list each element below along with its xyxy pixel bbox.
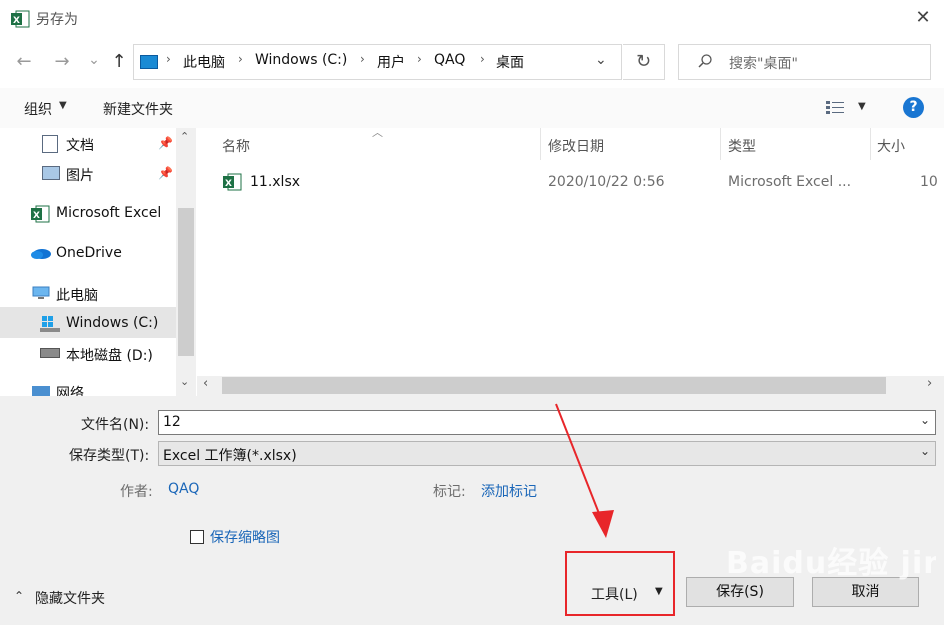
sidebar-item-network-wrap: 网络: [56, 383, 84, 396]
excel-icon: X: [30, 205, 50, 223]
dropdown-arrow-icon[interactable]: ▼: [655, 586, 663, 597]
file-name[interactable]: 11.xlsx: [250, 174, 300, 190]
sort-ascending-icon: ︿: [372, 126, 383, 139]
excel-icon: X: [10, 9, 30, 29]
svg-text:X: X: [225, 179, 232, 189]
file-size: 10: [920, 174, 938, 190]
pin-icon[interactable]: 📌: [158, 166, 173, 180]
filetype-value: Excel 工作簿(*.xlsx): [163, 448, 297, 464]
forward-icon[interactable]: →: [48, 48, 76, 76]
sidebar-item-network[interactable]: 网络: [56, 386, 84, 396]
search-input[interactable]: [678, 44, 931, 80]
filetype-label: 保存类型(T):: [69, 448, 150, 464]
pin-icon[interactable]: 📌: [158, 136, 173, 150]
filename-label: 文件名(N):: [81, 417, 150, 433]
breadcrumb-item[interactable]: 此电脑: [183, 52, 225, 72]
view-options-icon[interactable]: [826, 100, 846, 114]
dropdown-arrow-icon[interactable]: ▼: [858, 101, 866, 112]
breadcrumb-item[interactable]: QAQ: [434, 52, 465, 68]
breadcrumb-item[interactable]: Windows (C:): [255, 52, 347, 68]
baidu-watermark: Baidu经验 jingyan.baidu.com: [726, 546, 936, 581]
svg-text:X: X: [13, 16, 20, 26]
title-bar: [0, 0, 944, 38]
chevron-right-icon: ›: [238, 52, 243, 66]
thumbnail-label[interactable]: 保存缩略图: [210, 527, 280, 547]
recent-locations-icon[interactable]: ⌄: [80, 46, 108, 74]
search-icon: [697, 53, 713, 69]
sidebar-item-this-pc[interactable]: 此电脑: [56, 285, 98, 305]
hide-folders-button[interactable]: 隐藏文件夹: [35, 588, 105, 608]
sidebar-item-documents[interactable]: 文档: [66, 135, 94, 155]
column-header-size[interactable]: 大小: [877, 136, 905, 156]
scroll-right-icon[interactable]: ›: [927, 376, 932, 391]
dropdown-arrow-icon: ▼: [59, 100, 67, 111]
sidebar-item-windows-c[interactable]: Windows (C:): [66, 315, 158, 331]
scroll-left-icon[interactable]: ‹: [203, 376, 208, 391]
search-placeholder: 搜索"桌面": [729, 56, 798, 72]
picture-icon: [42, 166, 60, 180]
computer-icon: [32, 286, 50, 300]
sidebar-item-onedrive[interactable]: OneDrive: [56, 245, 122, 261]
up-icon[interactable]: ↑: [105, 48, 133, 76]
window-title: 另存为: [36, 12, 78, 28]
svg-text:X: X: [33, 211, 40, 221]
sidebar-item-pictures[interactable]: 图片: [66, 165, 94, 185]
annotation-arrow: [555, 403, 614, 538]
chevron-up-icon[interactable]: ⌃: [14, 589, 24, 603]
close-icon[interactable]: ✕: [910, 5, 936, 31]
new-folder-button[interactable]: 新建文件夹: [103, 99, 173, 119]
help-icon[interactable]: ?: [903, 97, 924, 118]
thumbnail-checkbox[interactable]: [190, 530, 204, 544]
chevron-right-icon: ›: [360, 52, 365, 66]
author-value[interactable]: QAQ: [168, 481, 199, 497]
column-header-modified[interactable]: 修改日期: [548, 136, 604, 156]
excel-file-icon: X: [222, 172, 242, 192]
breadcrumb-item[interactable]: 用户: [377, 52, 405, 72]
network-icon: [32, 386, 50, 396]
sidebar-scroll-thumb[interactable]: [178, 208, 194, 356]
chevron-right-icon: ›: [417, 52, 422, 66]
tools-button[interactable]: 工具(L): [591, 584, 638, 604]
file-modified: 2020/10/22 0:56: [548, 174, 665, 190]
chevron-down-icon[interactable]: ⌄: [595, 52, 607, 68]
file-type: Microsoft Excel ...: [728, 174, 852, 190]
computer-icon: [140, 55, 158, 69]
organize-button[interactable]: 组织: [24, 99, 52, 119]
filename-value: 12: [163, 414, 181, 430]
hscroll-thumb[interactable]: [222, 377, 886, 394]
refresh-icon[interactable]: ↻: [623, 44, 665, 80]
document-icon: [42, 135, 58, 153]
tags-label: 标记:: [433, 484, 466, 500]
column-divider[interactable]: [720, 128, 721, 160]
scroll-up-icon[interactable]: ⌃: [180, 130, 189, 143]
author-label: 作者:: [120, 484, 153, 500]
file-list: [197, 128, 944, 376]
column-divider[interactable]: [870, 128, 871, 160]
column-header-type[interactable]: 类型: [728, 136, 756, 156]
sidebar-item-microsoft-excel[interactable]: Microsoft Excel: [56, 205, 161, 221]
onedrive-icon: [30, 247, 52, 259]
tags-value[interactable]: 添加标记: [481, 481, 537, 501]
back-icon[interactable]: ←: [10, 48, 38, 76]
column-divider[interactable]: [540, 128, 541, 160]
chevron-right-icon: ›: [480, 52, 485, 66]
drive-icon: [40, 348, 60, 358]
chevron-right-icon: ›: [166, 52, 171, 66]
chevron-down-icon[interactable]: ⌄: [920, 444, 930, 458]
column-header-name[interactable]: 名称: [222, 136, 250, 156]
breadcrumb-item[interactable]: 桌面: [496, 52, 524, 72]
chevron-down-icon[interactable]: ⌄: [920, 413, 930, 427]
sidebar-item-local-disk-d[interactable]: 本地磁盘 (D:): [66, 345, 153, 365]
scroll-down-icon[interactable]: ⌄: [180, 375, 189, 388]
windows-drive-icon: [40, 316, 60, 332]
